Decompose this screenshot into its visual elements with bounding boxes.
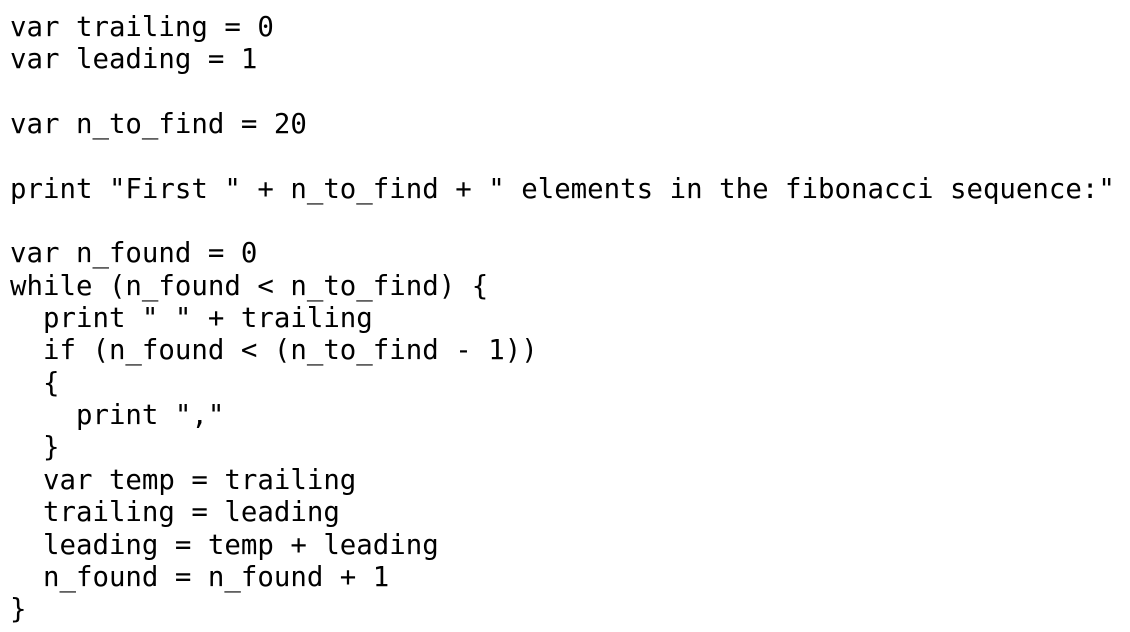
code-line[interactable]: trailing = leading (10, 497, 1130, 529)
code-line[interactable]: print " " + trailing (10, 303, 1130, 335)
code-line[interactable]: n_found = n_found + 1 (10, 562, 1130, 594)
code-line[interactable]: leading = temp + leading (10, 530, 1130, 562)
code-line[interactable]: var n_to_find = 20 (10, 109, 1130, 141)
code-line[interactable] (10, 141, 1130, 173)
code-line[interactable]: var n_found = 0 (10, 238, 1130, 270)
code-line[interactable] (10, 77, 1130, 109)
code-line[interactable]: } (10, 432, 1130, 464)
code-line[interactable]: { (10, 368, 1130, 400)
code-line[interactable]: } (10, 594, 1130, 626)
code-line[interactable] (10, 206, 1130, 238)
code-line[interactable]: var temp = trailing (10, 465, 1130, 497)
code-line[interactable]: print "First " + n_to_find + " elements … (10, 174, 1130, 206)
code-line[interactable]: if (n_found < (n_to_find - 1)) (10, 335, 1130, 367)
code-line[interactable]: print "," (10, 400, 1130, 432)
code-line[interactable]: var trailing = 0 (10, 12, 1130, 44)
code-line[interactable]: while (n_found < n_to_find) { (10, 271, 1130, 303)
code-editor[interactable]: var trailing = 0 var leading = 1 var n_t… (0, 0, 1130, 632)
code-line[interactable]: var leading = 1 (10, 44, 1130, 76)
